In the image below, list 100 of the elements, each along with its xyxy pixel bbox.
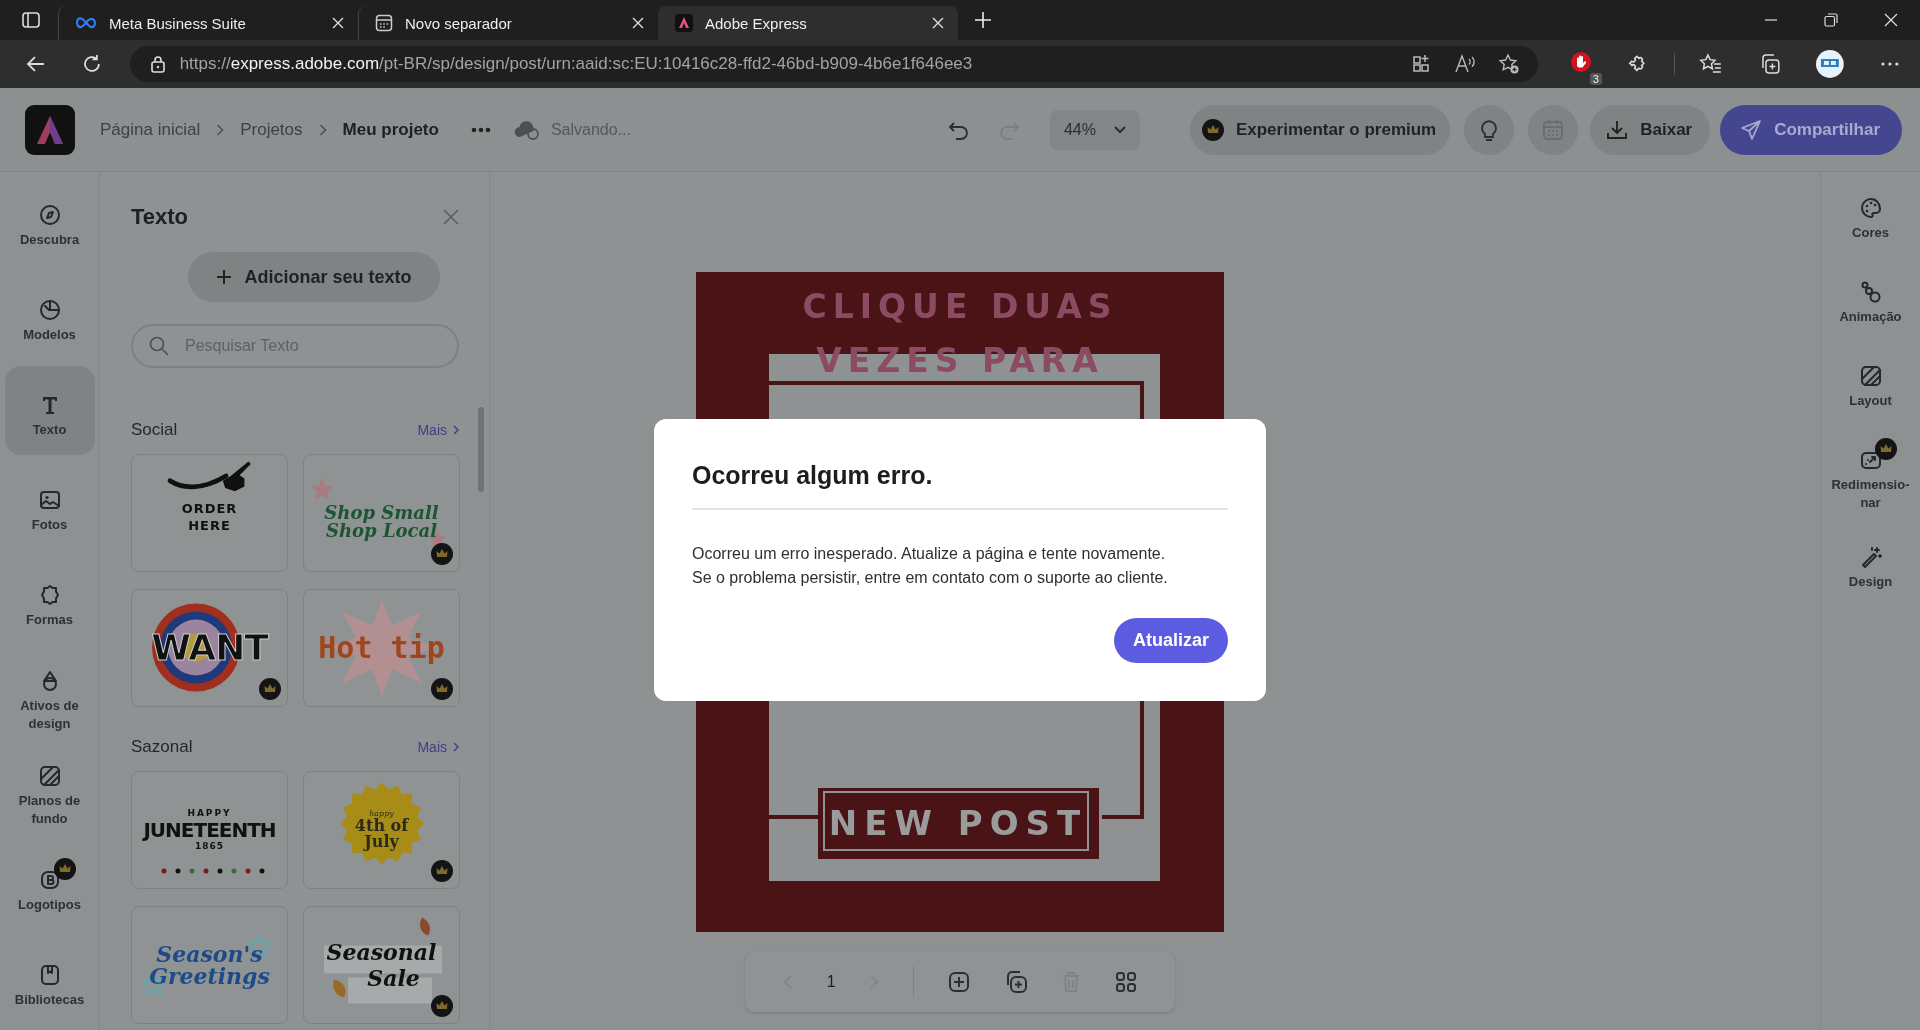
restore-icon[interactable] [1824, 13, 1838, 27]
app-logo-icon [675, 14, 693, 32]
url-text: https://express.adobe.com/pt-BR/sp/design/post/urn:aaid:sc:EU:10416c28-ffd2-46bd-b909-4b6e1f646ee3 [179, 54, 973, 74]
palette-icon [1858, 196, 1883, 220]
page-icon [375, 14, 393, 32]
sticker-text: ORDER [181, 502, 238, 515]
rail-item[interactable]: Animação [1824, 270, 1917, 330]
chevron-icon [216, 123, 225, 136]
poster-text: CLIQUE DUAS [802, 287, 1118, 326]
save-status: Salvando... [550, 120, 631, 139]
sticker-text: 1865 [194, 842, 224, 851]
rail-item[interactable]: Texto [4, 366, 95, 455]
dialog-message: Ocorreu um erro inesperado. Atualize a página e tente novamente. Se o problema persistir, entre em contato com o suporte ao cliente. [692, 544, 1169, 588]
chevron-icon [453, 742, 459, 752]
back-icon[interactable] [26, 54, 46, 74]
address-field[interactable]: https://express.adobe.com/pt-BR/sp/design/post/urn:aaid:sc:EU:10416c28-ffd2-46bd-b909-4b6e1f646ee3 [129, 46, 1539, 82]
hand-icon [1570, 51, 1593, 73]
new-tab-icon[interactable] [974, 11, 992, 29]
download-button[interactable]: Baixar [1590, 104, 1711, 155]
dialog-title: Ocorreu algum erro. [692, 461, 934, 490]
zoom-dropdown[interactable]: 44% [1049, 109, 1140, 150]
sticker-text: HERE [188, 519, 231, 532]
grid-icon[interactable] [1114, 971, 1137, 993]
sticker-text: Shop Local [325, 522, 438, 540]
tab-title: Novo separador [405, 14, 513, 32]
infinity-icon [75, 16, 97, 30]
breadcrumb-link[interactable]: Página inicial [100, 119, 201, 140]
poster-badge-text: NEW POST [828, 803, 1088, 843]
sticker-text: Season's [156, 943, 263, 965]
sticker-text: Seasonal [326, 941, 437, 963]
rail-item[interactable]: Formas [4, 556, 95, 645]
plus-icon [216, 269, 233, 285]
sticker-text: Sale [367, 967, 420, 989]
sticker-card[interactable]: happy 4th of July [303, 771, 460, 889]
rail-item[interactable]: Design [1824, 535, 1917, 596]
extension-button[interactable]: 3 [1570, 51, 1602, 85]
more-link[interactable]: Mais [417, 739, 459, 755]
read-aloud-icon[interactable] [1454, 54, 1477, 74]
reload-icon[interactable] [81, 54, 102, 74]
tab-title: Adobe Express [705, 14, 808, 32]
search-icon [149, 336, 169, 356]
rail-item[interactable]: Layout [1824, 354, 1917, 414]
rail-item[interactable]: Descubra [4, 176, 95, 265]
add-favorite-icon[interactable] [1498, 53, 1521, 75]
download-icon [1606, 118, 1629, 141]
sticker-card[interactable]: Seasonal Sale [303, 906, 460, 1024]
rail-item[interactable]: Modelos [4, 271, 95, 360]
more-icon[interactable] [470, 126, 491, 133]
profile-avatar[interactable] [1816, 50, 1845, 78]
rail-item[interactable]: Redimensio- nar [1824, 438, 1917, 512]
compass-icon [37, 202, 62, 227]
extension-badge: 3 [1589, 73, 1602, 85]
sticker-text: July [364, 834, 399, 850]
rail-item[interactable]: Ativos de design [4, 651, 95, 740]
sticker-text: Greetings [149, 965, 270, 987]
sticker-text: Shop Small [324, 504, 439, 522]
more-icon[interactable] [1880, 61, 1900, 67]
undo-icon[interactable] [947, 119, 970, 140]
cloud-sync-icon [512, 119, 541, 140]
app-logo[interactable] [25, 104, 75, 155]
sticker-card[interactable]: Season's Greetings [131, 906, 288, 1024]
sticker-card[interactable]: Shop Small Shop Local [303, 454, 460, 572]
section-title: Social [131, 420, 178, 440]
share-button[interactable]: Compartilhar [1720, 104, 1902, 155]
send-icon [1740, 118, 1763, 141]
sticker-text: Hot tip [318, 633, 445, 663]
striped-square-icon [37, 763, 62, 788]
breadcrumb-link[interactable]: Meu projeto [342, 119, 439, 140]
sticker-card[interactable]: HAPPY JUNETEENTH 1865 [131, 771, 288, 889]
rail-item[interactable]: Planos de fundo [4, 746, 95, 835]
scrollbar[interactable] [478, 407, 484, 492]
add-text-button[interactable]: Adicionar seu texto [188, 252, 440, 302]
chevron-icon [453, 425, 459, 435]
striped-square-icon [1858, 364, 1883, 388]
rail-item[interactable]: Bibliotecas [4, 936, 95, 1025]
sticker-card[interactable]: ORDER HERE [131, 454, 288, 572]
sticker-card[interactable]: Hot tip [303, 589, 460, 707]
page-number: 1 [826, 973, 836, 991]
crown-icon [1201, 118, 1224, 141]
favorites-icon[interactable] [1698, 53, 1723, 75]
panel-title: Texto [131, 204, 189, 230]
sticker-text: 4th of [354, 818, 409, 834]
tab-actions-icon[interactable] [22, 11, 40, 29]
rail-item[interactable]: Logotipos [4, 841, 95, 930]
chevron-down-icon [1113, 125, 1126, 134]
sticker-text: happy [369, 810, 394, 818]
chevron-icon [318, 123, 327, 136]
tab-title: Meta Business Suite [109, 14, 247, 32]
premium-button[interactable]: Experimentar o premium [1189, 104, 1451, 155]
add-page-icon[interactable] [947, 971, 970, 993]
rail-item[interactable]: Fotos [4, 461, 95, 550]
breadcrumb-link[interactable]: Projetos [240, 119, 303, 140]
rail-item[interactable]: Cores [1824, 186, 1917, 246]
lock-icon [149, 55, 166, 73]
more-link[interactable]: Mais [417, 422, 459, 438]
browser-tab[interactable]: Adobe Express [658, 6, 958, 40]
sticker-text: HAPPY [187, 809, 232, 818]
template-icon [37, 297, 62, 322]
refresh-button[interactable]: Atualizar [1113, 618, 1228, 663]
section-title: Sazonal [131, 737, 193, 757]
